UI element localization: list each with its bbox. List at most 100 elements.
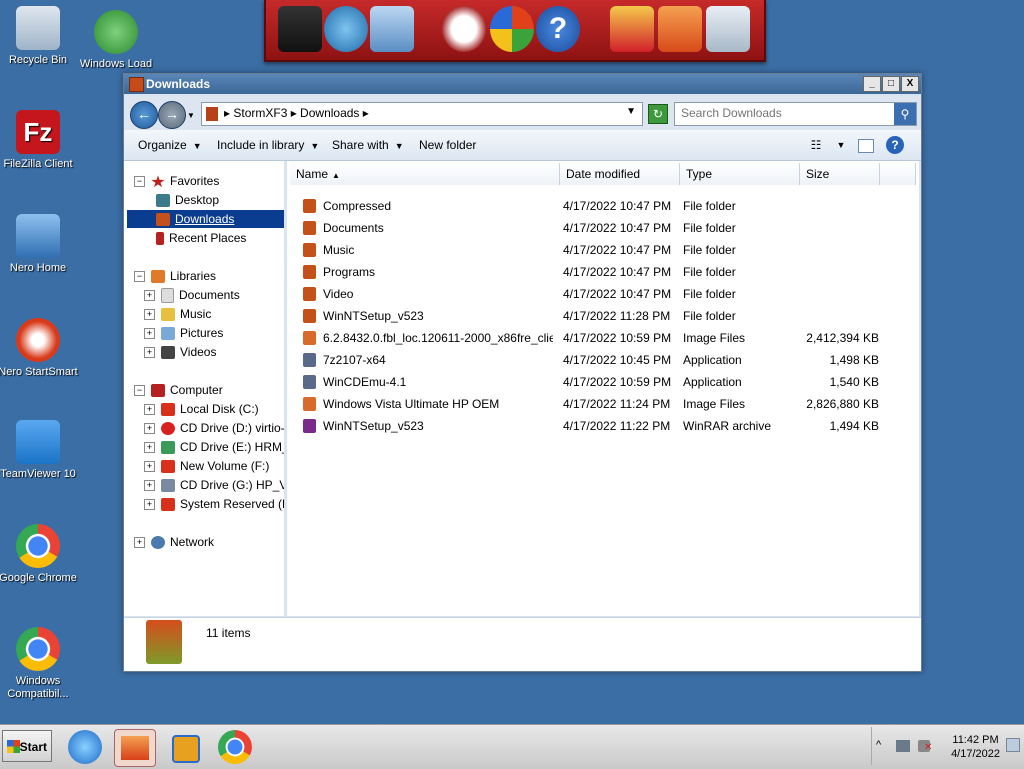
file-row[interactable]: WinCDEmu-4.1 4/17/2022 10:59 PM Applicatio… <box>303 371 913 393</box>
media-player-icon[interactable] <box>166 729 206 765</box>
close-button[interactable]: X <box>901 76 919 92</box>
organize-button[interactable]: Organize ▼ <box>138 138 202 152</box>
expand-icon[interactable]: + <box>144 423 155 435</box>
minimize-button[interactable]: _ <box>863 76 881 92</box>
tree-documents[interactable]: + Documents <box>144 286 240 304</box>
search-icon[interactable]: ⚲ <box>894 103 916 125</box>
tree-computer[interactable]: − Computer <box>134 381 223 399</box>
desktop-icon-windows-compat[interactable]: Windows Compatibil... <box>0 627 78 701</box>
network-icon[interactable] <box>896 740 910 752</box>
refresh-button[interactable]: ↻ <box>648 104 668 124</box>
expand-icon[interactable]: + <box>144 404 155 416</box>
tree-downloads[interactable]: Downloads <box>127 210 284 228</box>
file-name: 7z2107-x64 <box>323 353 386 367</box>
file-row[interactable]: Video 4/17/2022 10:47 PM File folder <box>303 283 913 305</box>
column-header-date[interactable]: Date modified <box>560 163 680 185</box>
address-dropdown[interactable]: ▼ <box>626 106 636 117</box>
desktop-icon-nero-home[interactable]: Nero Home <box>0 214 78 275</box>
file-icon <box>303 419 316 433</box>
column-header-name[interactable]: Name ▲ <box>290 163 560 185</box>
include-in-library-button[interactable]: Include in library ▼ <box>217 138 319 152</box>
tree-network[interactable]: + Network <box>134 533 214 551</box>
trash-icon[interactable] <box>706 6 750 52</box>
title-bar[interactable]: Downloads _ □ X <box>124 74 921 94</box>
expand-icon[interactable]: + <box>144 328 155 340</box>
window-icon[interactable] <box>370 6 414 52</box>
file-row[interactable]: WinNTSetup_v523 4/17/2022 11:22 PM WinRAR … <box>303 415 913 437</box>
file-row[interactable]: WinNTSetup_v523 4/17/2022 11:28 PM File fo… <box>303 305 913 327</box>
tree-drive-e[interactable]: +CD Drive (E:) HRM_CC <box>144 438 284 456</box>
file-row[interactable]: 6.2.8432.0.fbl_loc.120611-2000_x86fre_cl… <box>303 327 913 349</box>
new-folder-button[interactable]: New folder <box>419 138 476 152</box>
desktop-icon-filezilla[interactable]: Fz FileZilla Client <box>0 110 78 171</box>
preview-pane-icon[interactable] <box>858 139 874 153</box>
file-row[interactable]: Documents 4/17/2022 10:47 PM File folder <box>303 217 913 239</box>
internet-explorer-icon[interactable] <box>68 730 102 764</box>
explorer-taskbar-button[interactable] <box>114 729 156 767</box>
tree-favorites[interactable]: − Favorites <box>134 172 219 190</box>
tree-drive-c[interactable]: + Local Disk (C:) <box>144 400 259 418</box>
tree-libraries[interactable]: − Libraries <box>134 267 216 285</box>
maximize-button[interactable]: □ <box>882 76 900 92</box>
history-dropdown[interactable]: ▼ <box>187 111 195 120</box>
desktop-icon-windows-loader[interactable]: Windows Load <box>76 10 156 71</box>
collapse-icon[interactable]: − <box>134 176 145 188</box>
expand-icon[interactable]: + <box>144 480 155 492</box>
expand-icon[interactable]: + <box>144 442 155 454</box>
expand-icon[interactable]: + <box>144 309 155 321</box>
view-dropdown-icon[interactable]: ▼ <box>832 136 850 154</box>
share-with-button[interactable]: Share with ▼ <box>332 138 404 152</box>
file-row[interactable]: Music 4/17/2022 10:47 PM File folder <box>303 239 913 261</box>
file-list: Name ▲ Date modified Type Size Compressed… <box>287 161 919 616</box>
expand-icon[interactable]: + <box>144 347 155 359</box>
expand-icon[interactable]: + <box>144 499 155 511</box>
address-bar[interactable]: ▸ StormXF3 ▸ Downloads ▸ ▼ <box>201 102 643 126</box>
back-button[interactable]: ← <box>130 101 158 129</box>
desktop-icon-google-chrome[interactable]: Google Chrome <box>0 524 78 585</box>
monitor-icon[interactable] <box>278 6 322 52</box>
view-options-icon[interactable]: ☷ <box>807 136 825 154</box>
tree-pictures[interactable]: + Pictures <box>144 324 223 342</box>
tree-music[interactable]: + Music <box>144 305 211 323</box>
folder-icon[interactable] <box>658 6 702 52</box>
expand-icon[interactable]: + <box>134 537 145 549</box>
videos-icon <box>161 346 175 360</box>
file-row[interactable]: Windows Vista Ultimate HP OEM 4/17/2022 1… <box>303 393 913 415</box>
show-hidden-icons-button[interactable]: ^ <box>876 739 881 751</box>
volume-muted-icon[interactable]: ✕ <box>918 740 932 753</box>
help-icon[interactable]: ? <box>886 136 904 154</box>
file-row[interactable]: 7z2107-x64 4/17/2022 10:45 PM Application 1… <box>303 349 913 371</box>
chrome-icon[interactable] <box>218 730 252 764</box>
clock[interactable]: 11:42 PM 4/17/2022 <box>951 733 1000 761</box>
desktop-icon-teamviewer[interactable]: TeamViewer 10 <box>0 420 78 481</box>
column-header-type[interactable]: Type <box>680 163 800 185</box>
tree-drive-d[interactable]: +CD Drive (D:) virtio-win <box>144 419 284 437</box>
collapse-icon[interactable]: − <box>134 385 145 397</box>
desktop-icon-recycle-bin[interactable]: Recycle Bin <box>0 6 78 67</box>
recycle-bin-icon <box>16 6 60 50</box>
file-row[interactable]: Compressed 4/17/2022 10:47 PM File folder <box>303 195 913 217</box>
tree-drive-f[interactable]: + New Volume (F:) <box>144 457 269 475</box>
expand-icon[interactable]: + <box>144 290 155 302</box>
help-icon[interactable]: ? <box>536 6 580 52</box>
column-header-size[interactable]: Size <box>800 163 880 185</box>
tree-drive-h[interactable]: + System Reserved (H:) <box>144 495 284 513</box>
shield-icon[interactable] <box>490 6 534 52</box>
expand-icon[interactable]: + <box>144 461 155 473</box>
forward-button[interactable]: → <box>158 101 186 129</box>
file-row[interactable]: Programs 4/17/2022 10:47 PM File folder <box>303 261 913 283</box>
globe-icon[interactable] <box>324 6 368 52</box>
start-button[interactable]: Start <box>2 730 52 762</box>
snowman-icon[interactable] <box>442 6 486 52</box>
breadcrumb[interactable]: ▸ StormXF3 ▸ Downloads ▸ <box>224 106 369 120</box>
tree-desktop[interactable]: Desktop <box>156 191 219 209</box>
tree-videos[interactable]: + Videos <box>144 343 216 361</box>
tree-recent-places[interactable]: Recent Places <box>156 229 246 247</box>
desktop-icon-nero-startsmart[interactable]: Nero StartSmart <box>0 318 78 379</box>
search-input[interactable] <box>675 103 897 123</box>
tree-drive-g[interactable]: +CD Drive (G:) HP_VIST <box>144 476 284 494</box>
collapse-icon[interactable]: − <box>134 271 145 283</box>
show-desktop-button[interactable] <box>1006 738 1020 752</box>
gift-icon[interactable] <box>610 6 654 52</box>
search-box[interactable]: ⚲ <box>674 102 917 126</box>
